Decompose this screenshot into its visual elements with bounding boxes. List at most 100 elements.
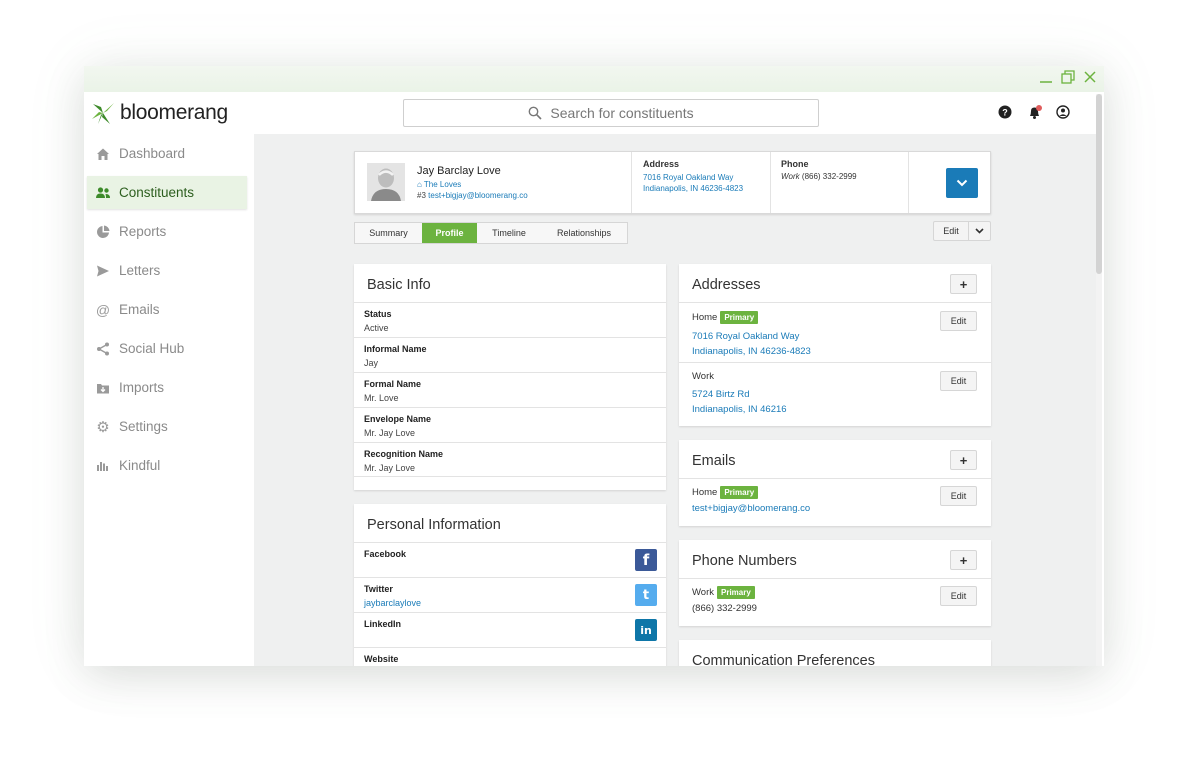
twitter-handle-link[interactable]: jaybarclaylove [364,598,656,608]
divider [908,152,909,213]
share-icon [95,341,111,357]
sidebar-item-label: Reports [119,224,167,239]
primary-badge: Primary [720,311,759,324]
card-title: Personal Information [367,517,501,533]
constituent-header-card: Jay Barclay Love ⌂ The Loves #3 test+big… [354,151,991,214]
field-label: Envelope Name [364,414,432,424]
field-value: Mr. Love [364,393,399,403]
search-input[interactable]: Search for constituents [403,99,819,127]
header-phone: Work (866) 332-2999 [781,172,857,181]
minimize-icon[interactable] [1037,70,1055,88]
house-icon: ⌂ [417,180,422,189]
personal-info-card: Personal Information Facebook f Twitter … [354,504,666,666]
basic-info-card: Basic Info Status Active Informal Name J… [354,264,666,490]
bell-icon[interactable] [1027,105,1042,119]
edit-email-button[interactable]: Edit [940,486,977,506]
tab-relationships[interactable]: Relationships [541,223,627,243]
sidebar-item-dashboard[interactable]: Dashboard [87,137,247,170]
field-label: Twitter [364,584,393,594]
field-status: Status Active [354,302,666,337]
edit-address-button[interactable]: Edit [940,311,977,331]
linkedin-icon[interactable]: in [635,619,657,641]
address-work: Work 5724 Birtz Rd Indianapolis, IN 4621… [679,362,991,426]
household-name: The Loves [423,180,462,189]
actions-dropdown-button[interactable] [946,168,978,198]
add-phone-button[interactable]: + [950,550,977,570]
tab-timeline[interactable]: Timeline [477,223,541,243]
profile-tabs: Summary Profile Timeline Relationships [354,222,628,244]
sidebar-item-kindful[interactable]: Kindful [87,449,247,482]
edit-phone-button[interactable]: Edit [940,586,977,606]
email-home: Home Primary test+bigjay@bloomerang.co Ed… [679,478,991,526]
sidebar-item-constituents[interactable]: Constituents [87,176,247,209]
sidebar-item-emails[interactable]: @ Emails [87,293,247,326]
twitter-icon[interactable]: t [635,584,657,606]
addresses-card: Addresses + Home Primary 7016 Royal Oakla… [679,264,991,426]
address-line2: Indianapolis, IN 46236-4823 [643,184,744,193]
card-title: Communication Preferences [692,653,875,666]
phone-type: Work [781,172,800,181]
header-address-link[interactable]: 7016 Royal Oakland Way Indianapolis, IN … [643,172,743,194]
divider [631,152,632,213]
address-home: Home Primary 7016 Royal Oakland Way India… [679,302,991,362]
sidebar-item-imports[interactable]: Imports [87,371,247,404]
field-value: Active [364,323,389,333]
chevron-down-icon [956,179,968,187]
sidebar-item-settings[interactable]: ⚙ Settings [87,410,247,443]
address-line1: 7016 Royal Oakland Way [643,173,734,182]
field-website: Website [354,647,666,666]
add-email-button[interactable]: + [950,450,977,470]
send-icon [95,263,111,279]
communication-preferences-card: Communication Preferences [679,640,991,666]
field-label: Formal Name [364,379,422,389]
sidebar-item-social-hub[interactable]: Social Hub [87,332,247,365]
tab-profile[interactable]: Profile [422,223,477,243]
constituent-id: #3 [417,191,426,200]
home-icon [95,146,111,162]
facebook-icon[interactable]: f [635,549,657,571]
restore-icon[interactable] [1059,70,1077,88]
search-placeholder: Search for constituents [550,105,694,121]
pie-chart-icon [95,224,111,240]
address-line1: 7016 Royal Oakland Way [692,331,800,342]
constituent-email-link[interactable]: test+bigjay@bloomerang.co [428,191,528,200]
address-line2: Indianapolis, IN 46216 [692,404,787,415]
sidebar-item-label: Constituents [119,185,195,200]
sidebar-item-letters[interactable]: Letters [87,254,247,287]
app-window: bloomerang Search for constituents ? Das… [84,66,1104,666]
phone-type-label: Work [692,587,714,599]
address-link[interactable]: 7016 Royal Oakland Way Indianapolis, IN … [692,329,978,359]
email-link[interactable]: test+bigjay@bloomerang.co [692,503,978,514]
divider [770,152,771,213]
help-icon[interactable]: ? [998,105,1012,119]
edit-options-button[interactable] [969,221,991,241]
import-icon [95,380,111,396]
field-value: Mr. Jay Love [364,428,416,438]
scrollbar[interactable] [1096,94,1102,666]
phone-type: Work Primary [692,586,978,599]
edit-profile-button[interactable]: Edit [933,221,969,241]
chevron-down-icon [975,228,984,234]
household-link[interactable]: ⌂ The Loves [417,180,461,189]
tab-summary[interactable]: Summary [355,223,422,243]
people-icon [95,185,111,201]
primary-badge: Primary [717,586,755,599]
address-type-label: Home [692,312,718,324]
field-label: Status [364,309,392,319]
close-icon[interactable] [1081,70,1099,88]
logo[interactable]: bloomerang [90,100,228,126]
email-type: Home Primary [692,486,978,499]
address-link[interactable]: 5724 Birtz Rd Indianapolis, IN 46216 [692,387,978,417]
scrollbar-thumb[interactable] [1096,94,1102,274]
address-heading: Address [643,159,680,169]
card-title: Addresses [692,277,761,293]
user-icon[interactable] [1056,105,1070,119]
field-label: LinkedIn [364,619,402,629]
phone-value: (866) 332-2999 [692,603,757,614]
edit-address-button[interactable]: Edit [940,371,977,391]
phone-number: (866) 332-2999 [801,172,857,181]
field-twitter: Twitter jaybarclaylove t [354,577,666,612]
add-address-button[interactable]: + [950,274,977,294]
field-label: Facebook [364,549,407,559]
sidebar-item-reports[interactable]: Reports [87,215,247,248]
